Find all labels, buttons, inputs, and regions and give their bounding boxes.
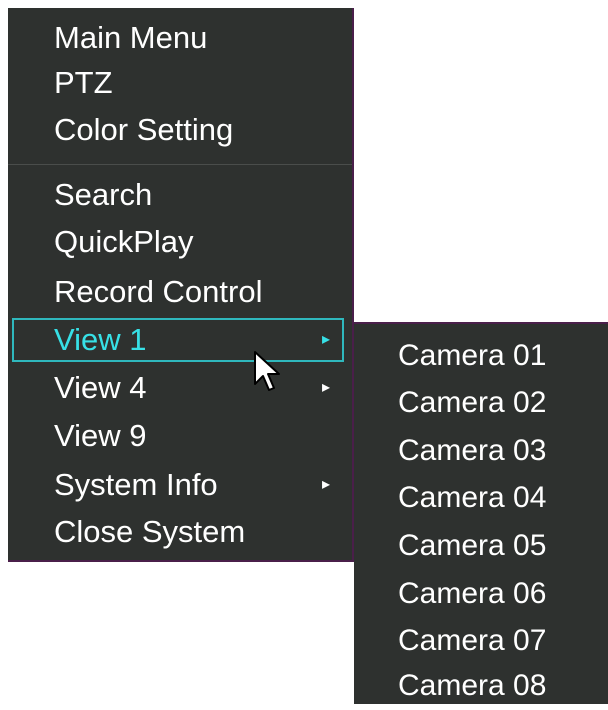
- submenu-item-camera-04[interactable]: Camera 04: [398, 474, 546, 522]
- menu-item-label: Search: [54, 177, 153, 212]
- menu-item-view-1[interactable]: View 1 ▸: [12, 318, 344, 362]
- menu-item-label: View 4: [54, 370, 147, 405]
- menu-item-label: PTZ: [54, 65, 113, 100]
- submenu-item-camera-02[interactable]: Camera 02: [398, 379, 546, 427]
- submenu-item-label: Camera 06: [398, 577, 547, 610]
- menu-item-label: QuickPlay: [54, 224, 194, 259]
- chevron-right-icon: ▸: [321, 379, 330, 396]
- menu-item-label: Close System: [54, 514, 246, 549]
- submenu-item-label: Camera 07: [398, 624, 547, 657]
- submenu-item-label: Camera 04: [398, 481, 547, 514]
- submenu-item-camera-06[interactable]: Camera 06: [398, 570, 546, 618]
- mouse-pointer-icon: [254, 351, 280, 391]
- menu-item-main-menu[interactable]: Main Menu: [12, 16, 344, 60]
- menu-item-view-4[interactable]: View 4 ▸: [12, 366, 344, 410]
- menu-item-label: View 9: [54, 418, 147, 453]
- submenu-item-camera-08[interactable]: Camera 08: [398, 662, 546, 710]
- menu-item-label: Record Control: [54, 274, 263, 309]
- context-menu: Main Menu PTZ Color Setting Search Quick…: [8, 8, 354, 562]
- menu-item-label: Color Setting: [54, 112, 234, 147]
- submenu-item-label: Camera 01: [398, 339, 547, 372]
- submenu-item-camera-01[interactable]: Camera 01: [398, 332, 546, 380]
- submenu-item-label: Camera 03: [398, 434, 547, 467]
- submenu-item-camera-07[interactable]: Camera 07: [398, 617, 546, 665]
- menu-item-quickplay[interactable]: QuickPlay: [12, 220, 344, 264]
- chevron-right-icon: ▸: [321, 331, 330, 348]
- submenu-item-camera-03[interactable]: Camera 03: [398, 427, 546, 475]
- menu-divider: [8, 164, 352, 165]
- submenu-item-label: Camera 05: [398, 529, 547, 562]
- submenu-item-label: Camera 02: [398, 386, 547, 419]
- menu-item-label: System Info: [54, 467, 218, 502]
- menu-item-label: View 1: [54, 322, 147, 357]
- menu-item-color-setting[interactable]: Color Setting: [12, 108, 344, 152]
- menu-item-close-system[interactable]: Close System: [12, 510, 344, 554]
- submenu-item-camera-05[interactable]: Camera 05: [398, 522, 546, 570]
- view-1-submenu: Camera 01 Camera 02 Camera 03 Camera 04 …: [354, 322, 608, 704]
- submenu-item-label: Camera 08: [398, 669, 547, 702]
- menu-item-system-info[interactable]: System Info ▸: [12, 463, 344, 507]
- menu-item-record-control[interactable]: Record Control: [12, 270, 344, 314]
- menu-item-view-9[interactable]: View 9: [12, 414, 344, 458]
- menu-item-label: Main Menu: [54, 20, 208, 55]
- menu-item-search[interactable]: Search: [12, 173, 344, 217]
- menu-item-ptz[interactable]: PTZ: [12, 61, 344, 105]
- chevron-right-icon: ▸: [321, 476, 330, 493]
